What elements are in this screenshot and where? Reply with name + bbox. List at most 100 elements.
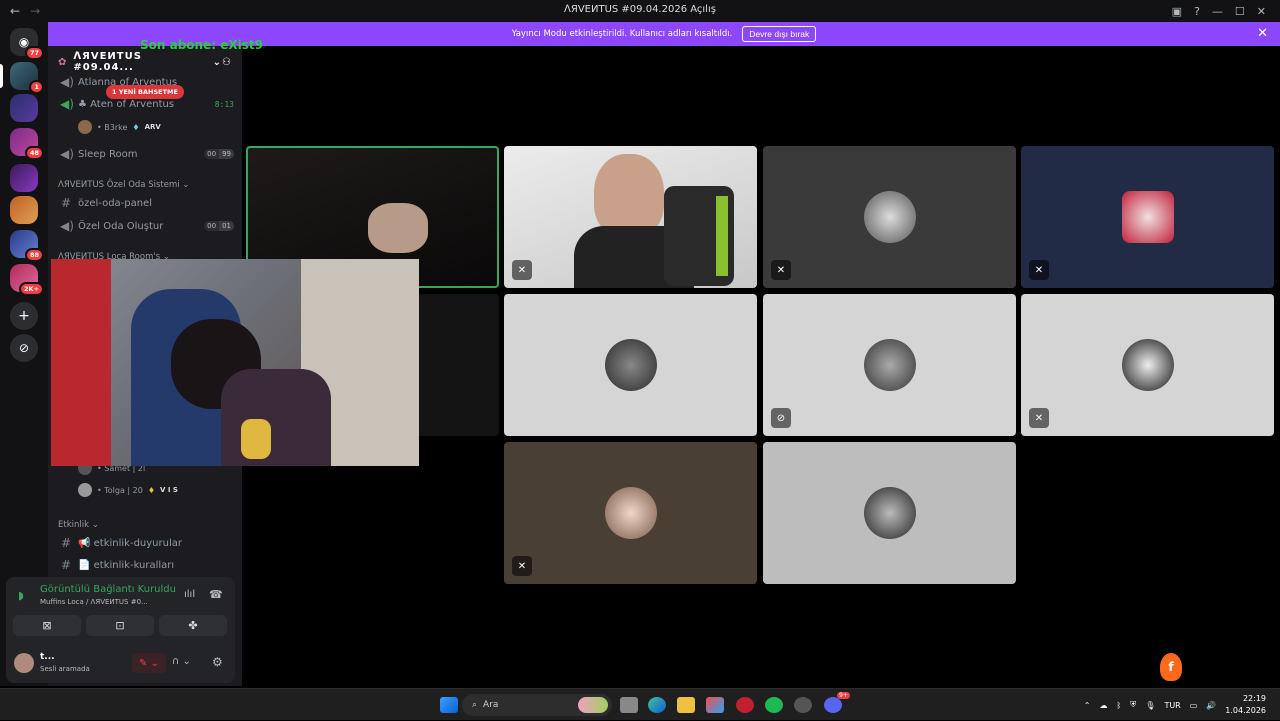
headphones-icon[interactable]: ∩ ⌄: [172, 656, 191, 667]
minimize-button[interactable]: —: [1212, 5, 1223, 18]
opera-icon[interactable]: [736, 697, 754, 713]
server-icon-6[interactable]: 88: [10, 230, 44, 262]
mic-muted-icon[interactable]: ✎ ⌄: [132, 653, 166, 673]
app-icon[interactable]: [794, 697, 812, 713]
voice-user-b3rke[interactable]: • B3rke ♦ ARV: [78, 119, 161, 135]
channel-label: Özel Oda Oluştur: [78, 220, 164, 232]
voice-channel-ozel-oda-olustur[interactable]: ◀) Özel Oda Oluştur 00 01: [56, 216, 234, 236]
stream-app-logo-icon: f: [1160, 653, 1182, 681]
server-badge-6: 88: [24, 248, 44, 262]
bluetooth-icon[interactable]: ᛒ: [1116, 701, 1121, 710]
webcam-video: [221, 369, 331, 466]
mic-muted-icon: ✕: [512, 556, 532, 576]
window-title: ᐱЯVEИTUS #09.04.2026 Açılış: [564, 4, 716, 15]
gem-icon: ♦: [132, 122, 140, 132]
screen-share-button[interactable]: ⊡: [86, 615, 154, 636]
discover-button[interactable]: ⊘: [10, 334, 38, 362]
volume-icon[interactable]: 🔊: [1206, 701, 1216, 710]
video-tile-user-10[interactable]: [763, 442, 1016, 584]
add-member-icon[interactable]: ⚇: [222, 57, 232, 68]
category-ozel-oda[interactable]: ᐱЯVEИTUS Özel Oda Sistemi ⌄: [58, 180, 189, 190]
banner-message: Yayıncı Modu etkinleştirildi. Kullanıcı …: [511, 29, 733, 39]
channel-label: 📄 etkinlik-kuralları: [78, 559, 175, 571]
speaker-icon: ◀): [60, 97, 74, 111]
text-channel-etkinlik-duyurular[interactable]: # 📢 etkinlik-duyurular: [56, 533, 234, 553]
edge-icon[interactable]: [648, 697, 666, 713]
category-label: ᐱЯVEИTUS Özel Oda Sistemi: [58, 180, 180, 190]
channel-label: 📢 etkinlik-duyurular: [78, 537, 182, 549]
video-tile-user-9[interactable]: ✕: [504, 442, 757, 584]
category-etkinlik[interactable]: Etkinlik ⌄: [58, 520, 99, 530]
server-icon-2[interactable]: [10, 94, 38, 122]
video-tile-user-7[interactable]: ⊘: [763, 294, 1016, 436]
back-arrow-icon[interactable]: ←: [10, 4, 20, 18]
clock[interactable]: 22:19 1.04.2026: [1225, 693, 1266, 717]
server-name: ᐱЯVEИTUS #09.04...: [73, 51, 142, 73]
avatar[interactable]: [14, 653, 34, 673]
server-badge-1: 1: [29, 80, 44, 94]
video-tile-user-3[interactable]: ✕: [763, 146, 1016, 288]
channel-counts: 00 99: [204, 149, 234, 159]
task-view-icon[interactable]: [620, 697, 638, 713]
taskbar-search[interactable]: ⌕ Ara: [462, 694, 612, 716]
text-channel-ozel-oda-panel[interactable]: # özel-oda-panel: [56, 193, 234, 213]
video-tile-user-8[interactable]: ✕: [1021, 294, 1274, 436]
server-icon-7[interactable]: 2K+: [10, 264, 44, 296]
avatar: [1121, 191, 1174, 243]
banner-close-icon[interactable]: ✕: [1257, 26, 1268, 41]
server-icon-5[interactable]: [10, 196, 38, 224]
activities-button[interactable]: ✤: [159, 615, 227, 636]
spotify-icon[interactable]: [765, 697, 783, 713]
current-user-name[interactable]: t...: [40, 652, 55, 662]
video-tile-user-6[interactable]: [504, 294, 757, 436]
noise-suppression-icon[interactable]: ılıl: [184, 589, 195, 600]
clock-date: 1.04.2026: [1225, 706, 1266, 715]
server-icon-4[interactable]: [10, 164, 38, 192]
camera-toggle-button[interactable]: ⊠: [13, 615, 81, 636]
video-tile-stream-2[interactable]: ✕: [504, 146, 757, 288]
start-button-icon[interactable]: [440, 697, 458, 713]
voice-channel-path[interactable]: Muffins Loca / ᐱЯVEИTUS #0...: [40, 598, 148, 606]
hash-icon: #: [60, 196, 72, 210]
add-server-button[interactable]: +: [10, 302, 38, 330]
server-icon-3[interactable]: 48: [10, 128, 44, 160]
search-icon: ⌕: [472, 700, 478, 710]
voice-user-tolga[interactable]: • Tolga | 20 ♦ V I S: [78, 482, 178, 498]
last-subscriber-overlay: Son abone: eXist9: [140, 38, 263, 52]
selected-indicator: [0, 64, 3, 88]
gear-icon[interactable]: ⚙: [212, 655, 223, 669]
security-icon[interactable]: ⛨: [1130, 700, 1136, 710]
discord-icon[interactable]: 9+: [824, 692, 850, 713]
voice-status[interactable]: Görüntülü Bağlantı Kuruldu: [40, 584, 176, 595]
chevron-down-icon: ⌄: [212, 56, 223, 68]
file-explorer-icon[interactable]: [677, 697, 695, 713]
gem-icon: ♦: [147, 485, 156, 495]
inbox-icon[interactable]: ▣: [1172, 5, 1182, 18]
forward-arrow-icon[interactable]: →: [30, 4, 40, 18]
participant-video: [368, 203, 428, 253]
home-dm-button[interactable]: ◉ 77: [10, 28, 44, 60]
channel-label: Sleep Room: [78, 148, 138, 160]
voice-channel-sleep[interactable]: ◀) Sleep Room 00 99: [56, 144, 234, 164]
display-icon[interactable]: ▭: [1190, 701, 1198, 710]
disable-streamer-mode-button[interactable]: Devre dışı bırak: [742, 26, 817, 42]
maximize-button[interactable]: ☐: [1235, 5, 1245, 18]
tray-app-icon[interactable]: ☁: [1099, 701, 1107, 710]
text-channel-etkinlik-kurallari[interactable]: # 📄 etkinlik-kuralları: [56, 555, 234, 575]
store-icon[interactable]: [706, 697, 724, 713]
microphone-icon[interactable]: 🎙: [1145, 701, 1155, 710]
avatar: [78, 120, 92, 134]
deafened-icon: ⊘: [771, 408, 791, 428]
help-icon[interactable]: ?: [1194, 5, 1200, 18]
close-button[interactable]: ✕: [1257, 5, 1266, 18]
language-indicator[interactable]: TUR: [1164, 701, 1180, 710]
server-icon-1[interactable]: 1: [10, 62, 44, 94]
server-badge-3: 48: [24, 146, 44, 160]
chevron-up-icon[interactable]: ⌃: [1084, 701, 1091, 710]
new-mention-pill[interactable]: 1 YENİ BAHSETME: [106, 85, 184, 99]
video-tile-user-4[interactable]: ✕: [1021, 146, 1274, 288]
webcam-overlay: [51, 259, 419, 466]
mic-muted-icon: ✕: [771, 260, 791, 280]
disconnect-icon[interactable]: ☎: [209, 588, 223, 601]
channel-timer: 8:13: [214, 99, 234, 109]
